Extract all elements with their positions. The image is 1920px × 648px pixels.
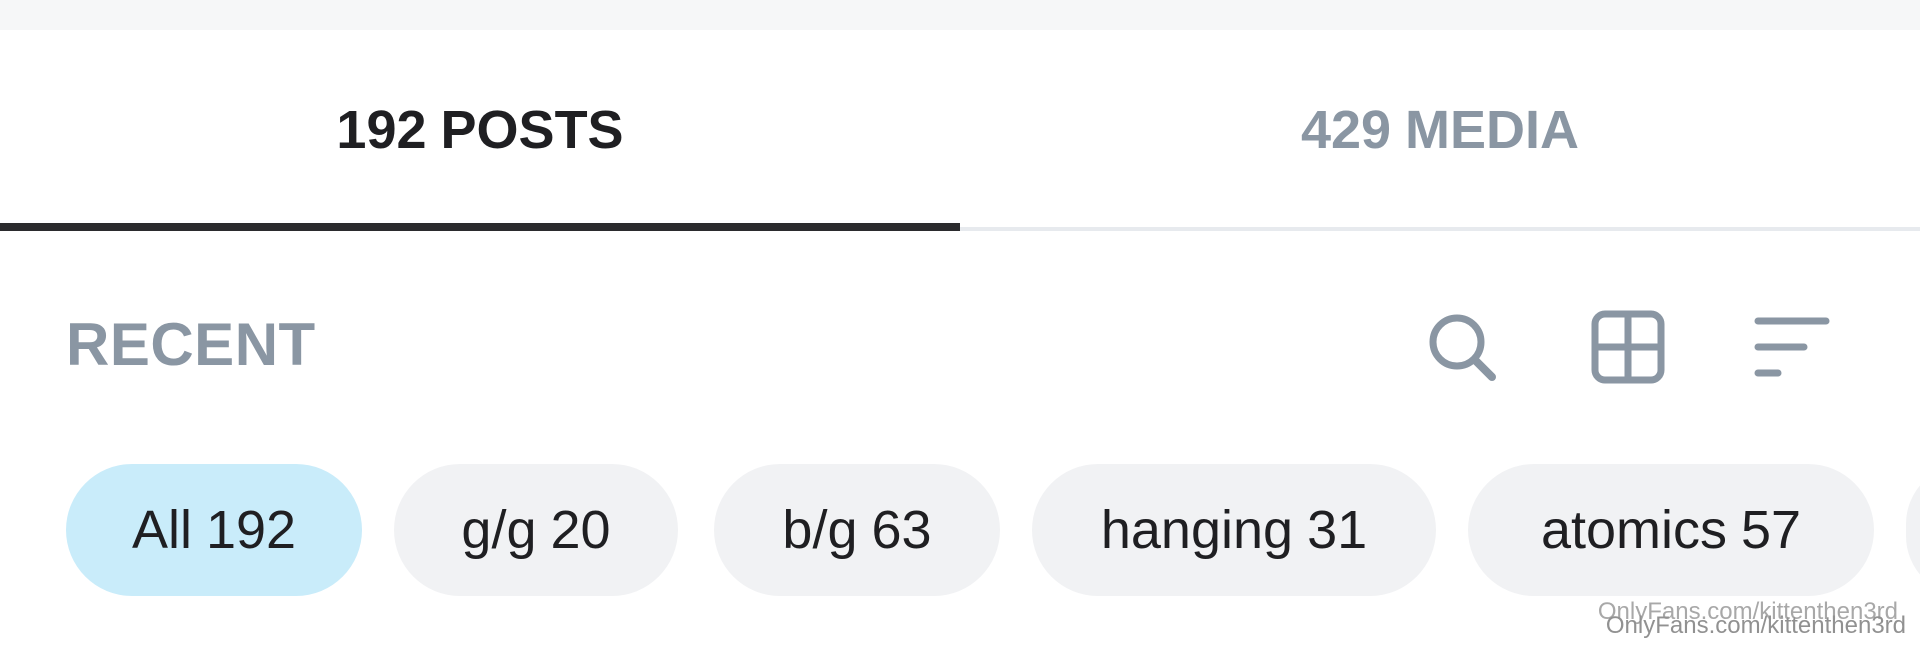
chip-count: 20 <box>550 500 611 560</box>
content-tabs: 192 POSTS 429 MEDIA <box>0 30 1920 231</box>
chip-label: g/g <box>461 500 537 560</box>
sort-icon <box>1754 317 1830 377</box>
filter-chip-bg[interactable]: b/g 63 <box>714 464 1000 596</box>
sort-button[interactable] <box>1750 305 1834 389</box>
section-title: RECENT <box>66 311 316 378</box>
active-tab-indicator <box>0 223 960 231</box>
chip-count: 192 <box>205 500 297 560</box>
search-icon <box>1429 314 1496 381</box>
filter-chip-hanging[interactable]: hanging 31 <box>1032 464 1436 596</box>
tab-posts-count: 192 <box>336 100 427 160</box>
top-strip <box>0 0 1920 30</box>
filter-chip-atomics[interactable]: atomics 57 <box>1468 464 1874 596</box>
chip-count: 57 <box>1740 500 1802 560</box>
tab-posts-label: POSTS <box>440 100 624 160</box>
tab-media[interactable]: 429 MEDIA <box>960 30 1920 230</box>
search-button[interactable] <box>1420 305 1504 389</box>
tab-media-count: 429 <box>1300 100 1392 160</box>
profile-content-panel: 192 POSTS 429 MEDIA RECENT All 192 g/g 2… <box>0 0 1920 648</box>
grid-icon <box>1591 310 1665 384</box>
filter-chip-all[interactable]: All 192 <box>66 464 362 596</box>
filter-chip-gg[interactable]: g/g 20 <box>394 464 678 596</box>
tab-posts[interactable]: 192 POSTS <box>0 30 960 230</box>
chip-count: 63 <box>871 500 932 560</box>
watermark: OnlyFans.com/kittenthen3rd OnlyFans.com/… <box>1598 600 1906 638</box>
filter-chip-more[interactable] <box>1906 464 1920 596</box>
filter-chip-row: All 192 g/g 20 b/g 63 hanging 31 atomics… <box>66 464 1920 596</box>
tab-media-label: MEDIA <box>1405 100 1580 160</box>
chip-label: atomics <box>1540 500 1727 560</box>
chip-label: All <box>131 500 192 560</box>
chip-label: hanging <box>1100 500 1294 560</box>
grid-view-button[interactable] <box>1586 305 1670 389</box>
watermark-line-2: OnlyFans.com/kittenthen3rd <box>1605 612 1906 639</box>
chip-label: b/g <box>782 500 858 560</box>
chip-count: 31 <box>1307 500 1368 560</box>
